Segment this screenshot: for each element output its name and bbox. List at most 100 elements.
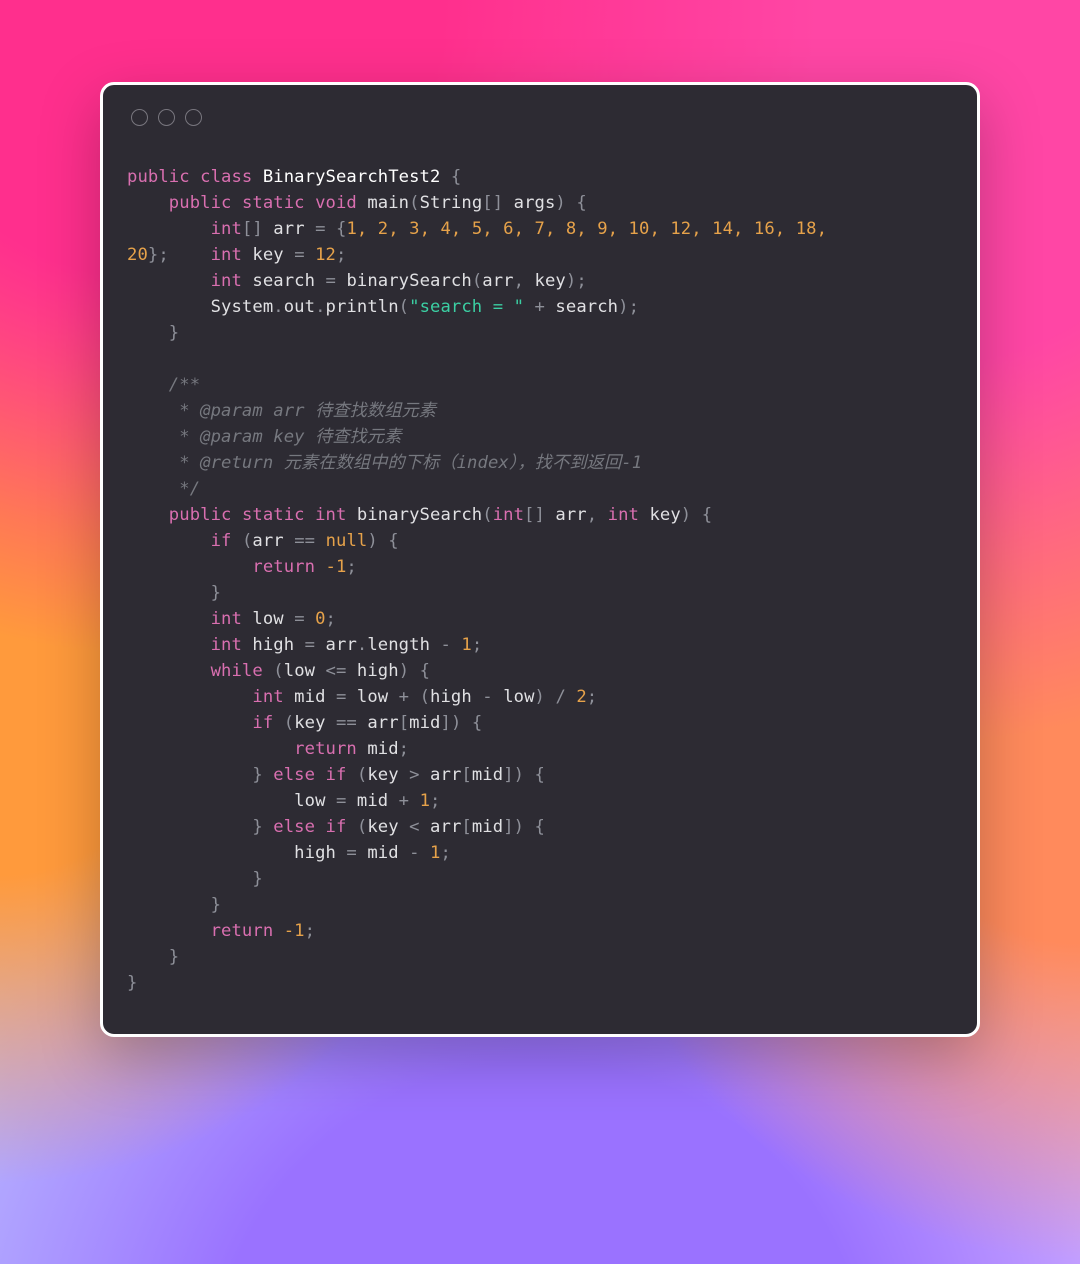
kw-null: null <box>326 531 368 551</box>
var-mid: mid <box>409 713 440 733</box>
var-arr: arr <box>367 713 398 733</box>
ident-out: out <box>284 297 315 317</box>
num-m1: -1 <box>326 557 347 577</box>
window-zoom-button[interactable] <box>185 109 202 126</box>
paren-close: ) <box>681 505 691 525</box>
semicolon: ; <box>440 843 450 863</box>
kw-int: int <box>211 635 242 655</box>
paren-close: ) <box>555 193 565 213</box>
kw-public: public <box>169 505 232 525</box>
comma: , <box>514 271 524 291</box>
op-div: / <box>555 687 565 707</box>
window-minimize-button[interactable] <box>158 109 175 126</box>
semicolon: ; <box>336 245 346 265</box>
var-high: high <box>357 661 399 681</box>
op-assign: = <box>294 609 304 629</box>
javadoc-param-arr: * @param arr 待查找数组元素 <box>169 401 436 421</box>
num-1: 1 <box>430 843 440 863</box>
var-arr: arr <box>430 817 461 837</box>
bracket-open: [ <box>399 713 409 733</box>
window-close-button[interactable] <box>131 109 148 126</box>
arg-arr: arr <box>482 271 513 291</box>
var-low: low <box>284 661 315 681</box>
brackets: [] <box>524 505 545 525</box>
var-mid: mid <box>472 817 503 837</box>
num-12: 12 <box>315 245 336 265</box>
semicolon: ; <box>399 739 409 759</box>
paren-close: ) <box>367 531 377 551</box>
paren-open: ( <box>357 817 367 837</box>
paren-close: ) <box>535 687 545 707</box>
brace-close: } <box>211 895 221 915</box>
ident-println: println <box>326 297 399 317</box>
var-mid: mid <box>367 843 398 863</box>
call-binarySearch: binarySearch <box>346 271 471 291</box>
brace-open: { <box>535 817 545 837</box>
paren-close: ) <box>514 765 524 785</box>
paren-open: ( <box>472 271 482 291</box>
brace-open: { <box>451 167 461 187</box>
window-traffic-lights <box>127 103 953 136</box>
bracket-close: ] <box>503 765 513 785</box>
array-literal-tail: 20 <box>127 245 148 265</box>
semicolon: ; <box>326 609 336 629</box>
var-search: search <box>252 271 315 291</box>
brace-close: } <box>252 869 262 889</box>
ident-System: System <box>211 297 274 317</box>
var-arr: arr <box>326 635 357 655</box>
brace-open: { <box>535 765 545 785</box>
paren-open: ( <box>357 765 367 785</box>
brace-close: } <box>169 947 179 967</box>
kw-int: int <box>315 505 346 525</box>
bracket-close: ] <box>440 713 450 733</box>
semicolon: ; <box>587 687 597 707</box>
kw-if: if <box>252 713 273 733</box>
paren-open: ( <box>242 531 252 551</box>
semicolon: ; <box>576 271 586 291</box>
op-plus: + <box>399 791 409 811</box>
op-gt: > <box>409 765 419 785</box>
var-high: high <box>252 635 294 655</box>
paren-open: ( <box>399 297 409 317</box>
var-arr: arr <box>252 531 283 551</box>
paren-open: ( <box>273 661 283 681</box>
op-minus: - <box>409 843 419 863</box>
brace-close: } <box>252 817 262 837</box>
brace-close: } <box>127 973 137 993</box>
paren-close: ) <box>566 271 576 291</box>
num-m1: -1 <box>284 921 305 941</box>
var-arr: arr <box>430 765 461 785</box>
op-assign: = <box>315 219 325 239</box>
kw-if: if <box>211 531 232 551</box>
kw-public: public <box>169 193 232 213</box>
op-eq: == <box>336 713 357 733</box>
brace-close: } <box>169 323 179 343</box>
paren-close: ) <box>451 713 461 733</box>
brace-open: { <box>576 193 586 213</box>
var-key: key <box>367 817 398 837</box>
method-main: main <box>367 193 409 213</box>
op-assign: = <box>326 271 336 291</box>
num-2: 2 <box>576 687 586 707</box>
kw-int: int <box>608 505 639 525</box>
kw-int: int <box>211 245 242 265</box>
op-minus: - <box>482 687 492 707</box>
var-high: high <box>430 687 472 707</box>
num-1: 1 <box>461 635 471 655</box>
paren-open: ( <box>482 505 492 525</box>
brace-open: { <box>388 531 398 551</box>
kw-if: if <box>326 765 347 785</box>
brace-close: } <box>252 765 262 785</box>
kw-int: int <box>493 505 524 525</box>
kw-int: int <box>211 219 242 239</box>
kw-return: return <box>294 739 357 759</box>
brace-open: { <box>336 219 346 239</box>
op-assign: = <box>336 791 346 811</box>
type-String: String <box>420 193 483 213</box>
var-search: search <box>555 297 618 317</box>
kw-return: return <box>252 557 315 577</box>
param-args: args <box>514 193 556 213</box>
class-name: BinarySearchTest2 <box>263 167 441 187</box>
semicolon: ; <box>472 635 482 655</box>
num-0: 0 <box>315 609 325 629</box>
